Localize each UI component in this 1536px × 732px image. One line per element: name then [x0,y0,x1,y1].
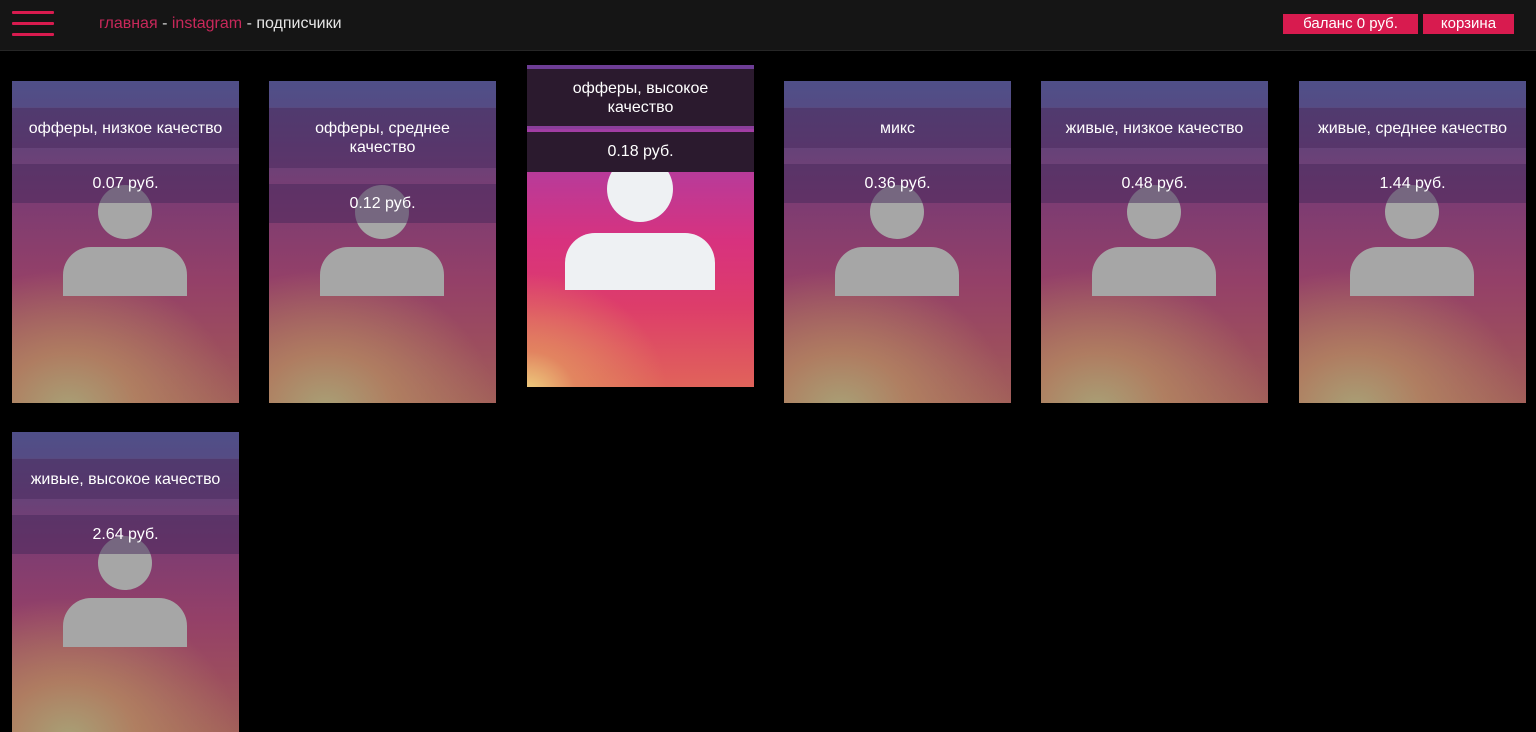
card-title: микс [784,108,1011,148]
breadcrumb-separator: - [246,15,252,32]
service-card[interactable]: микс 0.36 руб. [784,81,1011,403]
hamburger-menu-icon[interactable] [12,11,54,37]
card-title: живые, низкое качество [1041,108,1268,148]
breadcrumb-current: подписчики [256,15,342,32]
cart-button[interactable]: корзина [1423,14,1514,34]
top-bar: главная - instagram - подписчики баланс … [0,0,1536,51]
card-price: 1.44 руб. [1299,164,1526,203]
card-stripe [1299,81,1526,107]
service-card[interactable]: живые, высокое качество 2.64 руб. [12,432,239,732]
menu-line [12,33,54,36]
card-stripe [784,81,1011,107]
card-price: 0.12 руб. [269,184,496,223]
breadcrumb: главная - instagram - подписчики [99,15,342,33]
card-price: 0.36 руб. [784,164,1011,203]
menu-line [12,22,54,25]
balance-button[interactable]: баланс 0 руб. [1283,14,1418,34]
service-card-highlighted[interactable]: офферы, высокое качество 0.18 руб. [527,65,754,387]
card-stripe [269,81,496,107]
breadcrumb-home-link[interactable]: главная [99,15,158,32]
card-title: офферы, среднее качество [269,108,496,168]
service-card[interactable]: живые, среднее качество 1.44 руб. [1299,81,1526,403]
menu-line [12,11,54,14]
card-title: живые, среднее качество [1299,108,1526,148]
card-price: 2.64 руб. [12,515,239,554]
card-title: офферы, высокое качество [527,69,754,129]
card-title: живые, высокое качество [12,459,239,499]
card-price: 0.48 руб. [1041,164,1268,203]
card-stripe [1041,81,1268,107]
service-card[interactable]: офферы, среднее качество 0.12 руб. [269,81,496,403]
service-card[interactable]: офферы, низкое качество 0.07 руб. [12,81,239,403]
card-price: 0.07 руб. [12,164,239,203]
card-price: 0.18 руб. [527,132,754,172]
service-card[interactable]: живые, низкое качество 0.48 руб. [1041,81,1268,403]
card-stripe [12,81,239,107]
card-title: офферы, низкое качество [12,108,239,148]
card-stripe [12,432,239,458]
breadcrumb-separator: - [162,15,168,32]
breadcrumb-instagram-link[interactable]: instagram [172,15,242,32]
